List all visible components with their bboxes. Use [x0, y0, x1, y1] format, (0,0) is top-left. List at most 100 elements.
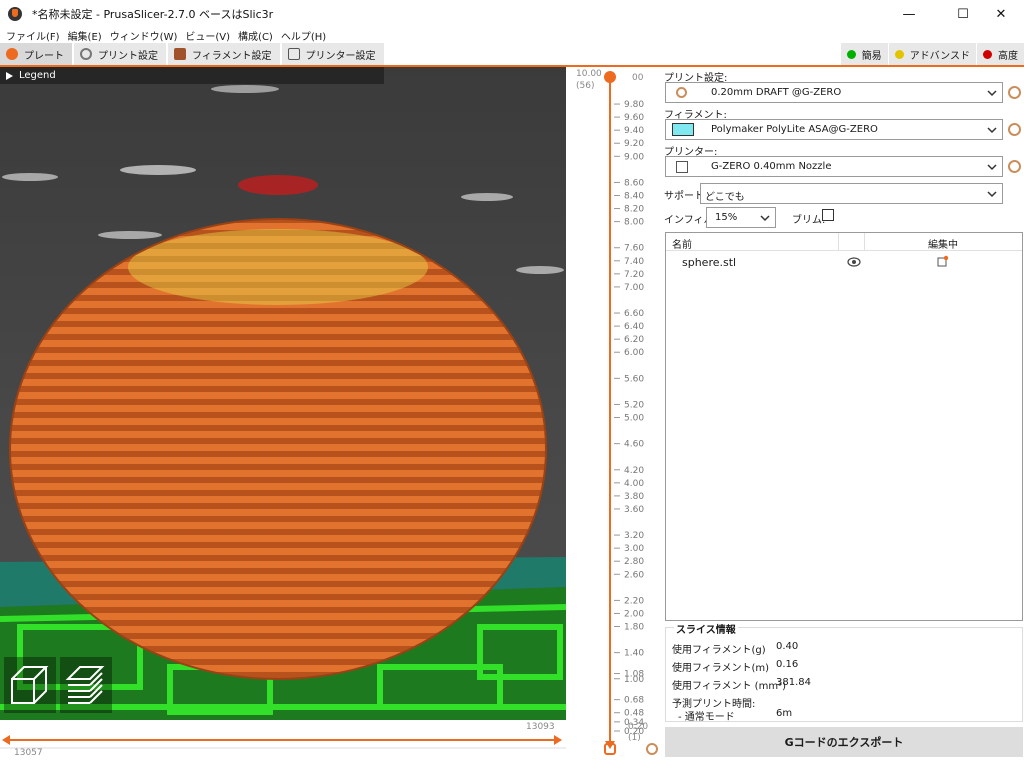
tab-printer-settings[interactable]: プリンター設定	[281, 43, 385, 65]
slice-info-label: - 通常モード	[678, 712, 735, 723]
preview-canvas	[0, 85, 566, 720]
menu-config[interactable]: 構成(C)	[238, 28, 273, 43]
menu-window[interactable]: ウィンドウ(W)	[110, 28, 178, 43]
slice-info-value: 6m	[776, 708, 793, 719]
infill-value: 15%	[715, 212, 738, 223]
layer-tick-label: 8.60	[624, 178, 644, 188]
printer-value: G-ZERO 0.40mm Nozzle	[711, 161, 832, 172]
slice-info-row: 使用フィラメント (mm³) 381.84	[672, 677, 1012, 692]
layer-top-value: 10.00	[576, 69, 602, 79]
col-editing-header[interactable]: 編集中	[928, 236, 958, 251]
filament-value: Polymaker PolyLite ASA@G-ZERO	[711, 124, 878, 135]
layer-tick-label: 2.20	[624, 596, 644, 606]
mode-advanced-icon	[894, 49, 904, 59]
mode-expert-label: 高度	[998, 50, 1018, 62]
layer-bottom-index: (1)	[628, 733, 641, 743]
slice-info-value: 0.40	[776, 641, 799, 652]
menu-view[interactable]: ビュー(V)	[185, 28, 230, 43]
layer-tick-label: 9.20	[624, 139, 644, 149]
menu-edit[interactable]: 編集(E)	[68, 28, 102, 43]
mode-advanced[interactable]: アドバンスド	[888, 43, 976, 65]
layer-tick-label: 2.80	[624, 557, 644, 567]
tab-printer-settings-label: プリンター設定	[305, 50, 376, 62]
print-settings-value: 0.20mm DRAFT @G-ZERO	[711, 87, 842, 98]
layer-tick-label: 6.40	[624, 322, 644, 332]
eye-icon[interactable]	[847, 257, 861, 267]
layer-tick-label: 4.00	[624, 479, 644, 489]
slice-info-row: 使用フィラメント(g) 0.40	[672, 641, 1012, 656]
close-button[interactable]: ✕	[978, 0, 1024, 28]
tab-print-settings[interactable]: プリント設定	[74, 43, 167, 65]
tab-filament-settings-label: フィラメント設定	[192, 50, 272, 62]
menu-file[interactable]: ファイル(F)	[6, 28, 60, 43]
mode-simple[interactable]: 簡易	[840, 43, 888, 65]
view-layers-button[interactable]	[60, 657, 112, 713]
view-3d-button[interactable]	[4, 657, 56, 713]
layer-tick-label: 3.80	[624, 492, 644, 502]
layers-view-icon	[65, 666, 105, 704]
layer-tick-label: 5.20	[624, 400, 644, 410]
brim-checkbox[interactable]	[822, 209, 834, 221]
filament-combo[interactable]: Polymaker PolyLite ASA@G-ZERO	[665, 119, 1003, 140]
move-slider[interactable]: 13093 13057	[0, 720, 566, 762]
move-slider-right-value: 13093	[526, 722, 555, 732]
layer-slider-track: 9.80 9.60 9.40 9.20 9.00 8.60 8.40 8.20 8.00 7.60…	[604, 71, 644, 749]
filament-color-swatch[interactable]	[672, 123, 694, 136]
object-list-header: 名前 編集中	[666, 233, 1022, 251]
layer-tick-label: 7.60	[624, 244, 644, 254]
object-list: 名前 編集中 sphere.stl	[665, 232, 1023, 621]
mode-expert[interactable]: 高度	[977, 43, 1024, 65]
tab-filament-settings[interactable]: フィラメント設定	[168, 43, 281, 65]
mode-selector: 簡易 アドバンスド 高度	[840, 43, 1024, 65]
minimize-button[interactable]: —	[886, 0, 932, 28]
preview-viewport[interactable]: Legend	[0, 67, 566, 720]
layer-tick-label: 9.60	[624, 113, 644, 123]
plater-icon	[6, 48, 18, 60]
layer-tick-label: 8.20	[624, 205, 644, 215]
layer-tick-label: 1.00	[624, 675, 644, 685]
layer-tick-label: 7.20	[624, 270, 644, 280]
filament-settings-icon	[174, 48, 186, 60]
layer-tick-label: 8.00	[624, 218, 644, 228]
menu-help[interactable]: ヘルプ(H)	[281, 28, 326, 43]
layer-tick-label: 2.60	[624, 570, 644, 580]
layer-bottom-value: 0.20	[628, 722, 649, 732]
legend-label: Legend	[19, 70, 56, 81]
support-combo[interactable]: どこでも	[700, 183, 1003, 204]
cog-icon[interactable]	[646, 743, 658, 755]
slice-info-label: 使用フィラメント (mm³)	[672, 681, 786, 692]
legend-toggle[interactable]: Legend	[0, 67, 384, 84]
layer-tick-label: 0.68	[624, 696, 644, 706]
edit-icon[interactable]	[937, 255, 949, 267]
chevron-down-icon	[987, 127, 997, 134]
col-name-header[interactable]: 名前	[672, 236, 692, 251]
print-settings-combo[interactable]: 0.20mm DRAFT @G-ZERO	[665, 82, 1003, 103]
slice-info-label: 使用フィラメント(m)	[672, 663, 770, 674]
prusaslicer-logo-icon	[8, 7, 22, 21]
layer-slider[interactable]: 9.80 9.60 9.40 9.20 9.00 8.60 8.40 8.20 8.00 7.60…	[566, 67, 660, 762]
layer-tick-label: 9.40	[624, 126, 644, 136]
layer-tick-label: 5.60	[624, 374, 644, 384]
expand-arrow-icon	[6, 71, 13, 80]
tab-plater[interactable]: プレート	[0, 43, 73, 65]
printer-gear-icon[interactable]	[1008, 160, 1021, 173]
printer-profile-icon	[676, 161, 688, 173]
slice-info-value: 0.16	[776, 659, 799, 670]
layer-tick-label: 7.40	[624, 257, 644, 267]
print-settings-gear-icon[interactable]	[1008, 86, 1021, 99]
slice-info-title: スライス情報	[674, 621, 738, 636]
printer-combo[interactable]: G-ZERO 0.40mm Nozzle	[665, 156, 1003, 177]
layer-tick-label: 2.00	[624, 609, 644, 619]
filament-gear-icon[interactable]	[1008, 123, 1021, 136]
lock-icon[interactable]	[604, 743, 616, 755]
title-bar: *名称未設定 - PrusaSlicer-2.7.0 ベースはSlic3r — …	[0, 0, 1024, 28]
export-gcode-button[interactable]: Gコードのエクスポート	[665, 727, 1023, 757]
layer-tick-label: 1.80	[624, 623, 644, 633]
print-settings-icon	[80, 48, 92, 60]
support-value: どこでも	[705, 192, 745, 203]
mode-simple-icon	[846, 49, 856, 59]
layer-top-value-right: 00	[632, 73, 644, 83]
layer-tick-label: 5.00	[624, 414, 644, 424]
infill-combo[interactable]: 15%	[706, 207, 776, 228]
object-row[interactable]: sphere.stl	[666, 251, 1022, 273]
